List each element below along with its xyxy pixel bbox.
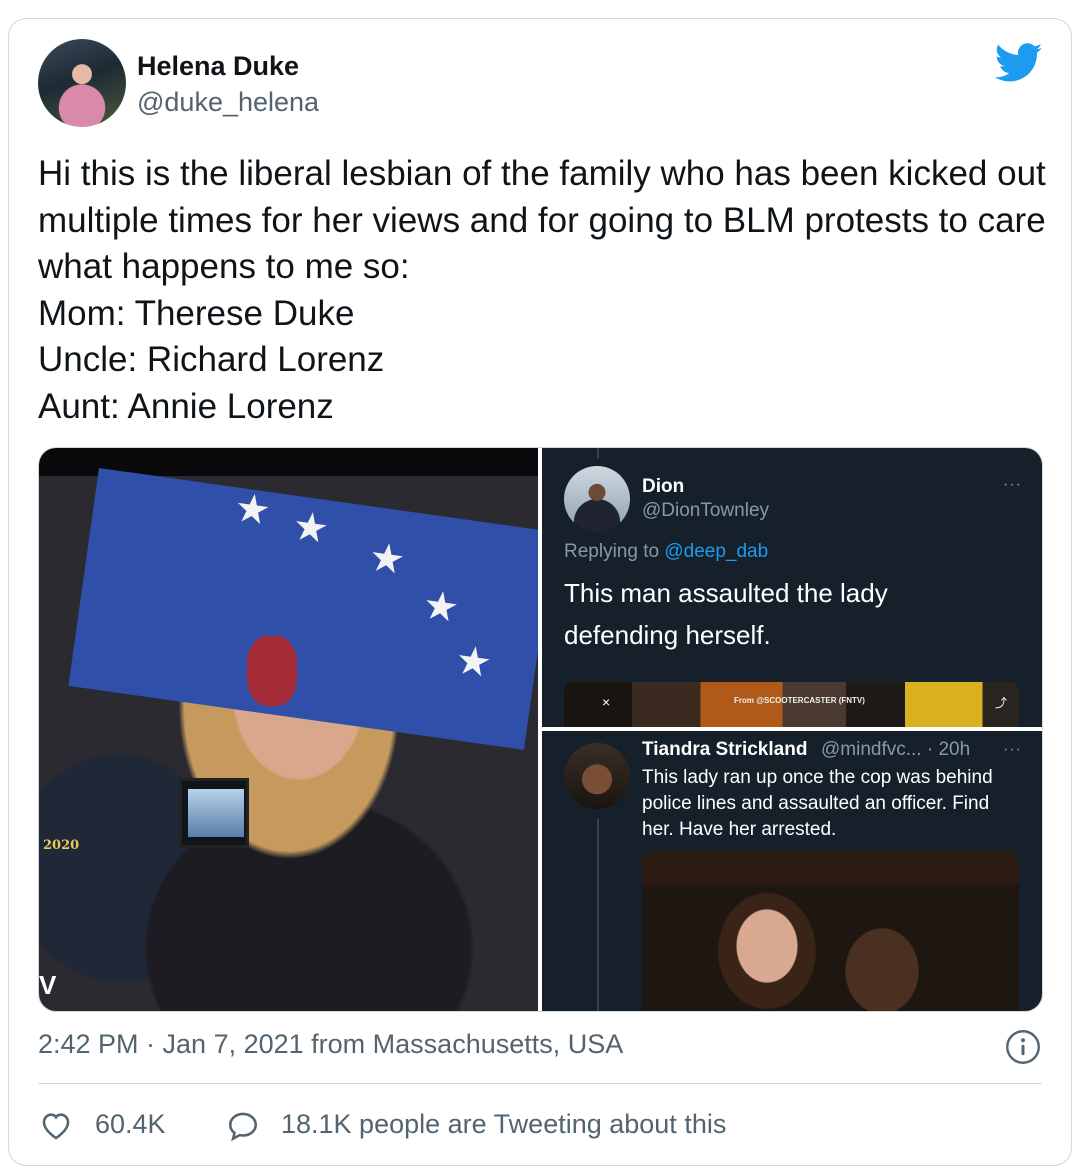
tiandra-meta: @mindfvc... · 20h [821,739,971,760]
more-icon[interactable]: ··· [1003,741,1022,759]
replying-to: Replying to @deep_dab [564,541,768,563]
close-icon[interactable]: × [602,694,610,710]
twitter-bird-icon[interactable] [995,43,1043,83]
flag-graphic: ★ ★ ★ ★ ★ [68,468,538,750]
tweet-timestamp[interactable]: 2:42 PM · Jan 7, 2021 from Massachusetts… [38,1029,623,1060]
embedded-tweet-tiandra[interactable]: Tiandra Strickland @mindfvc... · 20h ···… [542,731,1042,1011]
replying-label: Replying to [564,541,665,562]
tiandra-tweet-text: This lady ran up once the cop was behind… [642,767,993,840]
author-name[interactable]: Helena Duke [137,51,299,82]
thread-line [597,819,599,1011]
injury-graphic [247,636,297,706]
author-handle[interactable]: @duke_helena [137,87,319,118]
expand-icon[interactable]: ⤴ [995,694,1007,711]
photo-edge-letter: V [39,970,57,1000]
thread-line [597,448,599,458]
like-count[interactable]: 60.4K [95,1109,166,1140]
dion-tweet-text: This man assaulted the lady defending he… [564,578,888,650]
stats-divider [38,1083,1042,1084]
replying-mention[interactable]: @deep_dab [664,541,768,562]
tweet-card: Helena Duke @duke_helena Hi this is the … [8,18,1072,1166]
tweeting-about-link[interactable]: 18.1K people are Tweeting about this [281,1109,726,1140]
embedded-video[interactable]: × From @SCOOTERCASTER (FNTV) ⤴ [564,682,1019,727]
phone-graphic [179,778,249,848]
reply-bubble-icon[interactable] [225,1109,261,1143]
tiandra-avatar[interactable] [564,743,630,809]
tweet-text: Hi this is the liberal lesbian of the fa… [38,154,1046,426]
more-icon[interactable]: ··· [1003,476,1022,494]
tiandra-photo[interactable] [642,851,1019,1011]
dion-avatar[interactable] [564,466,630,532]
heart-icon[interactable] [39,1109,73,1143]
embedded-tweet-dion[interactable]: Dion @DionTownley ··· Replying to @deep_… [542,448,1042,727]
author-avatar[interactable] [38,39,126,127]
tiandra-name[interactable]: Tiandra Strickland [642,739,807,761]
info-icon[interactable] [1005,1029,1041,1065]
video-source-label: From @SCOOTERCASTER (FNTV) [734,696,865,705]
photo-corner-text: 2020 [43,838,80,853]
dion-name[interactable]: Dion [642,476,684,498]
dion-handle[interactable]: @DionTownley [642,500,769,522]
tweet-media[interactable]: ★ ★ ★ ★ ★ 2020 V Dion @DionTownley ··· R… [38,447,1043,1012]
protest-photo[interactable]: ★ ★ ★ ★ ★ 2020 V [39,448,538,1011]
